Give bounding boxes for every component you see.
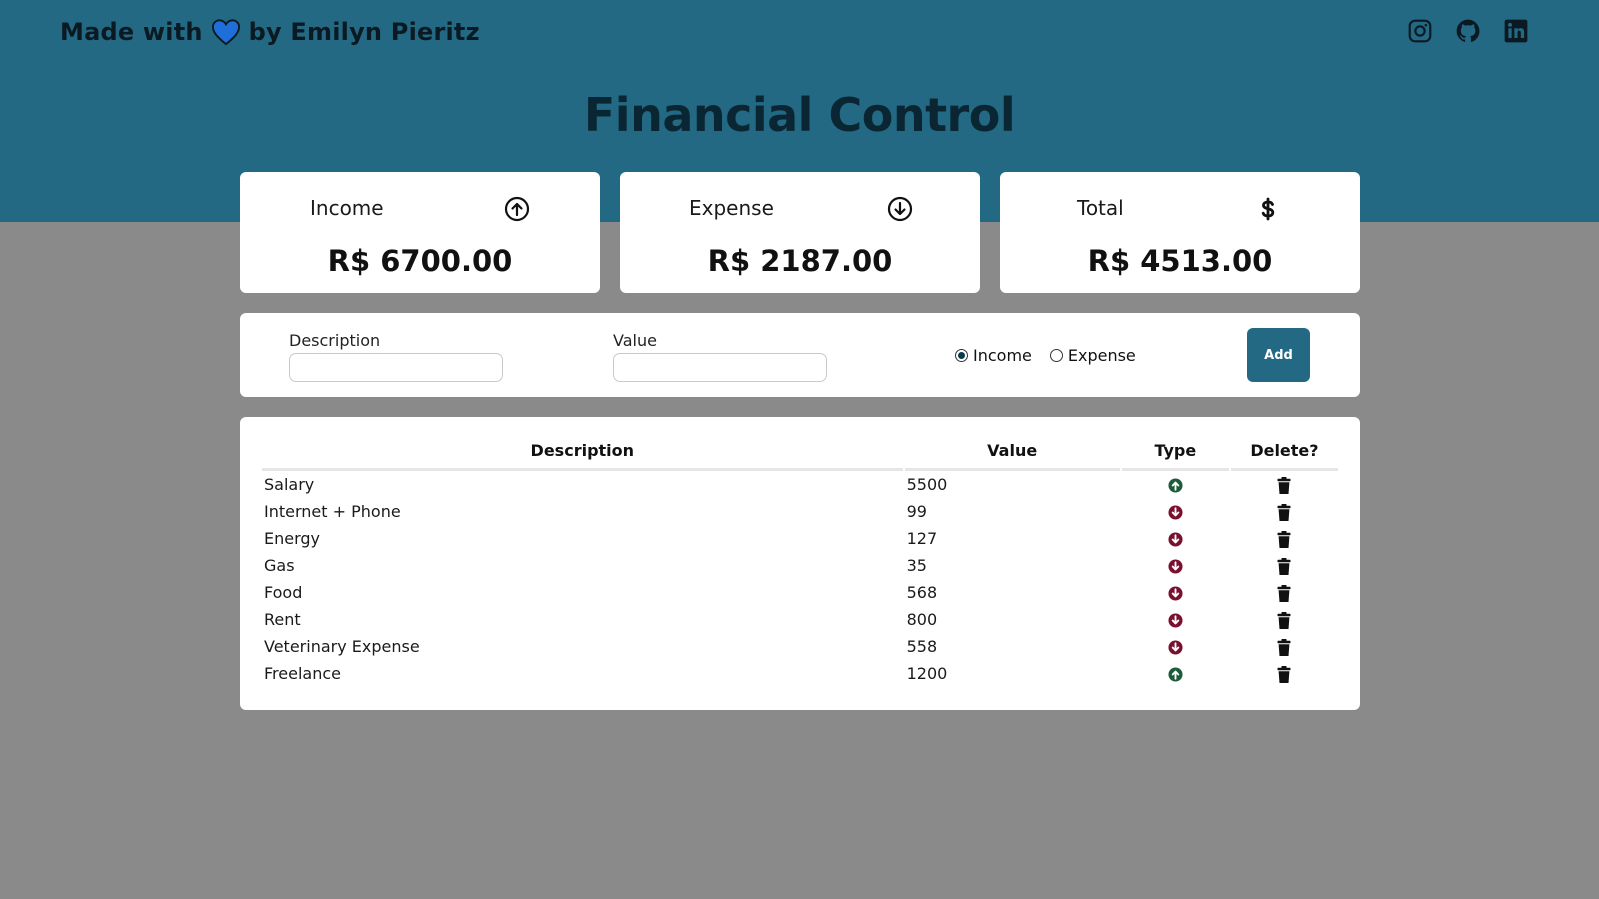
entry-form: Description Value Income Expense Add: [240, 313, 1360, 397]
add-button[interactable]: Add: [1247, 328, 1310, 382]
trash-icon[interactable]: [1277, 558, 1291, 575]
row-type: [1122, 579, 1229, 606]
table-row: Rent 800: [262, 606, 1338, 633]
radio-expense-label: Expense: [1067, 346, 1136, 365]
header-value: Value: [904, 437, 1120, 471]
row-description: Rent: [264, 610, 301, 629]
radio-income-label: Income: [973, 346, 1032, 365]
row-description: Food: [264, 583, 303, 602]
table-row: Food 568: [262, 579, 1338, 606]
row-description: Veterinary Expense: [264, 637, 420, 656]
trash-icon[interactable]: [1277, 585, 1291, 602]
expense-arrow-icon: [1168, 613, 1183, 628]
row-value: 1200: [906, 664, 948, 683]
row-delete: [1231, 525, 1338, 552]
row-value: 99: [906, 502, 927, 521]
row-value: 127: [906, 529, 938, 548]
row-description: Internet + Phone: [264, 502, 401, 521]
transactions-panel: Description Value Type Delete? Salary 550…: [240, 417, 1360, 710]
row-delete: [1231, 579, 1338, 606]
row-type: [1122, 471, 1229, 498]
income-card-label: Income: [310, 196, 384, 220]
trash-icon[interactable]: [1277, 531, 1291, 548]
row-description: Salary: [264, 475, 315, 494]
description-label: Description: [289, 331, 381, 350]
income-amount: R$ 6700.00: [327, 244, 513, 278]
row-value: 35: [906, 556, 927, 575]
table-row: Gas 35: [262, 552, 1338, 579]
dollar-icon: [1261, 197, 1275, 221]
made-with-prefix: Made with: [60, 18, 203, 46]
row-value: 800: [906, 610, 938, 629]
row-delete: [1231, 660, 1338, 687]
income-arrow-icon: [1168, 478, 1183, 493]
transactions-table: Description Value Type Delete? Salary 550…: [260, 437, 1340, 687]
radio-expense-button[interactable]: [1049, 349, 1063, 362]
table-row: Energy 127: [262, 525, 1338, 552]
row-type: [1122, 552, 1229, 579]
table-row: Salary 5500: [262, 471, 1338, 498]
radio-income[interactable]: Income: [955, 346, 1032, 365]
arrow-up-circle-icon: [504, 196, 530, 222]
trash-icon[interactable]: [1277, 639, 1291, 656]
table-row: Freelance 1200: [262, 660, 1338, 687]
row-delete: [1231, 606, 1338, 633]
row-description: Energy: [264, 529, 321, 548]
row-description: Gas: [264, 556, 295, 575]
expense-arrow-icon: [1168, 559, 1183, 574]
total-card: Total R$ 4513.00: [1000, 172, 1360, 293]
social-links: [1407, 18, 1529, 44]
type-radio-group: Income Expense: [955, 346, 1136, 365]
expense-arrow-icon: [1168, 586, 1183, 601]
radio-income-button[interactable]: [955, 349, 968, 362]
github-icon[interactable]: [1455, 18, 1481, 44]
row-type: [1122, 660, 1229, 687]
row-type: [1122, 525, 1229, 552]
row-type: [1122, 498, 1229, 525]
total-card-label: Total: [1077, 196, 1124, 220]
row-type: [1122, 633, 1229, 660]
radio-expense[interactable]: Expense: [1049, 346, 1136, 365]
expense-amount: R$ 2187.00: [707, 244, 893, 278]
total-amount: R$ 4513.00: [1087, 244, 1273, 278]
description-input[interactable]: [289, 353, 503, 382]
row-description: Freelance: [264, 664, 341, 683]
income-card: Income R$ 6700.00: [240, 172, 600, 293]
trash-icon[interactable]: [1277, 666, 1291, 683]
heart-icon: [211, 19, 240, 46]
trash-icon[interactable]: [1277, 477, 1291, 494]
table-row: Internet + Phone 99: [262, 498, 1338, 525]
made-with-credit: Made with by Emilyn Pieritz: [60, 18, 480, 46]
header-type: Type: [1121, 437, 1229, 471]
instagram-icon[interactable]: [1407, 18, 1433, 44]
row-delete: [1231, 471, 1338, 498]
page-title: Financial Control: [583, 88, 1016, 142]
trash-icon[interactable]: [1277, 504, 1291, 521]
expense-card: Expense R$ 2187.00: [620, 172, 980, 293]
expense-arrow-icon: [1168, 640, 1183, 655]
row-value: 5500: [906, 475, 948, 494]
linkedin-icon[interactable]: [1503, 18, 1529, 44]
header-delete: Delete?: [1230, 437, 1338, 471]
expense-card-label: Expense: [689, 196, 774, 220]
made-with-suffix: by Emilyn Pieritz: [248, 18, 480, 46]
table-row: Veterinary Expense 558: [262, 633, 1338, 660]
value-label: Value: [613, 331, 657, 350]
trash-icon[interactable]: [1277, 612, 1291, 629]
row-delete: [1231, 633, 1338, 660]
arrow-down-circle-icon: [887, 196, 913, 222]
expense-arrow-icon: [1168, 505, 1183, 520]
value-input[interactable]: [613, 353, 827, 382]
header-description: Description: [262, 437, 903, 471]
row-delete: [1231, 552, 1338, 579]
row-delete: [1231, 498, 1338, 525]
row-value: 568: [906, 583, 938, 602]
row-type: [1122, 606, 1229, 633]
income-arrow-icon: [1168, 667, 1183, 682]
expense-arrow-icon: [1168, 532, 1183, 547]
table-header-row: Description Value Type Delete?: [262, 437, 1338, 471]
row-value: 558: [906, 637, 938, 656]
